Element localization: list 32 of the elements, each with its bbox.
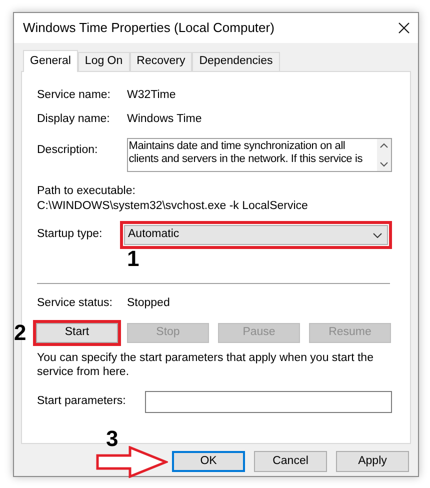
- chevron-down-icon: [373, 232, 382, 238]
- field-value: Windows Time: [127, 112, 202, 126]
- field-label: Service status:: [37, 296, 114, 310]
- description-line: Maintains date and time synchronization on all: [128, 140, 346, 153]
- step-number: 1: [127, 248, 140, 270]
- field-label: Path to executable:: [37, 184, 136, 199]
- close-icon[interactable]: [398, 22, 410, 34]
- start-parameters-hint: You can specify the start parameters that apply when you start the service from here.: [37, 351, 374, 379]
- service-button[interactable]: Start: [36, 323, 118, 343]
- path-value: C:\WINDOWS\system32\svchost.exe -k LocalService: [37, 199, 308, 214]
- tab[interactable]: General: [23, 50, 78, 72]
- start-parameters-field[interactable]: [144, 391, 392, 413]
- dialog-button[interactable]: Cancel: [254, 451, 327, 472]
- tab[interactable]: Log On: [78, 52, 130, 71]
- field-label: Start parameters:: [37, 394, 127, 410]
- dialog-button[interactable]: Apply: [336, 451, 409, 472]
- field-label: Display name:: [37, 112, 111, 126]
- scroll-up-icon[interactable]: [380, 143, 388, 148]
- step-number: 3: [106, 429, 118, 449]
- field-label: Startup type:: [37, 227, 104, 242]
- service-status-value: Stopped: [127, 296, 170, 310]
- startup-type-dropdown[interactable]: Automatic: [124, 225, 388, 245]
- field-label: Service name:: [37, 88, 112, 102]
- description-line: clients and servers in the network. If this service is: [128, 153, 364, 166]
- window-title: Windows Time Properties (Local Computer): [23, 19, 274, 38]
- field-value: W32Time: [127, 88, 176, 102]
- field-label: Description:: [37, 143, 99, 158]
- tab[interactable]: Dependencies: [192, 52, 280, 71]
- tab[interactable]: Recovery: [130, 52, 192, 71]
- step-number: 2: [14, 322, 26, 344]
- dialog-button[interactable]: OK: [172, 451, 245, 472]
- scroll-down-icon[interactable]: [380, 162, 388, 167]
